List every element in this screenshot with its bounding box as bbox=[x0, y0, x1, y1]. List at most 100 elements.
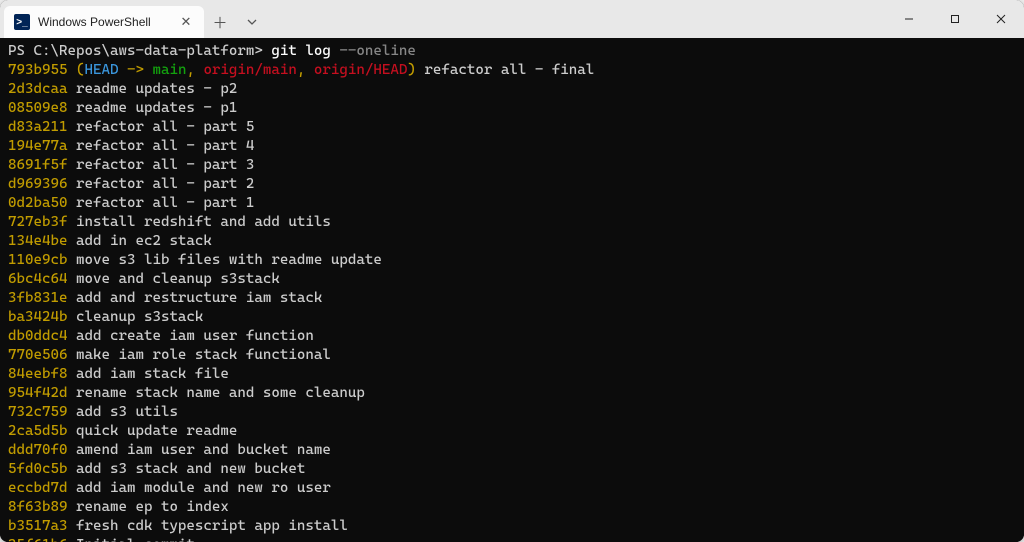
commit-hash: 770e506 bbox=[8, 347, 67, 363]
commit-message: cleanup s3stack bbox=[67, 309, 203, 325]
commit-hash: d83a211 bbox=[8, 119, 67, 135]
commit-message: quick update readme bbox=[67, 423, 237, 439]
tab-strip: >_ Windows PowerShell ✕ ＋ bbox=[0, 0, 886, 38]
terminal-line: eccbd7d add iam module and new ro user bbox=[8, 479, 1016, 498]
commit-message: add iam stack file bbox=[67, 366, 228, 382]
commit-hash: 08509e8 bbox=[8, 100, 67, 116]
command-flag: --oneline bbox=[339, 43, 415, 59]
commit-hash: d969396 bbox=[8, 176, 67, 192]
tab-close-button[interactable]: ✕ bbox=[178, 14, 194, 30]
terminal-line: 2d3dcaa readme updates - p2 bbox=[8, 80, 1016, 99]
commit-hash: 110e9cb bbox=[8, 252, 67, 268]
terminal-line: 732c759 add s3 utils bbox=[8, 403, 1016, 422]
terminal-line: 5fd0c5b add s3 stack and new bucket bbox=[8, 460, 1016, 479]
commit-hash: 84eebf8 bbox=[8, 366, 67, 382]
new-tab-button[interactable]: ＋ bbox=[204, 6, 236, 38]
commit-hash: ba3424b bbox=[8, 309, 67, 325]
terminal-window: >_ Windows PowerShell ✕ ＋ PS C:\Repos\aw… bbox=[0, 0, 1024, 542]
terminal-line: 6bc4c64 move and cleanup s3stack bbox=[8, 270, 1016, 289]
terminal-line: 8f63b89 rename ep to index bbox=[8, 498, 1016, 517]
minimize-button[interactable] bbox=[886, 0, 932, 38]
commit-hash: 727eb3f bbox=[8, 214, 67, 230]
maximize-button[interactable] bbox=[932, 0, 978, 38]
commit-hash: 0d2ba50 bbox=[8, 195, 67, 211]
command-text: git log bbox=[271, 43, 339, 59]
commit-hash: ddd70f0 bbox=[8, 442, 67, 458]
commit-message: refactor all - part 1 bbox=[67, 195, 254, 211]
commit-message: make iam role stack functional bbox=[67, 347, 330, 363]
terminal-line: ddd70f0 amend iam user and bucket name bbox=[8, 441, 1016, 460]
tab-title: Windows PowerShell bbox=[38, 15, 151, 29]
prompt: PS C:\Repos\aws-data-platform> bbox=[8, 43, 271, 59]
commit-hash: 194e77a bbox=[8, 138, 67, 154]
commit-hash: 6bc4c64 bbox=[8, 271, 67, 287]
branch-remote: origin/HEAD bbox=[314, 62, 407, 78]
commit-message: refactor all - part 4 bbox=[67, 138, 254, 154]
commit-hash: 134e4be bbox=[8, 233, 67, 249]
terminal-line: b3517a3 fresh cdk typescript app install bbox=[8, 517, 1016, 536]
commit-message: refactor all - part 5 bbox=[67, 119, 254, 135]
titlebar: >_ Windows PowerShell ✕ ＋ bbox=[0, 0, 1024, 38]
commit-hash: 2d3dcaa bbox=[8, 81, 67, 97]
commit-message: move and cleanup s3stack bbox=[67, 271, 279, 287]
commit-message: refactor all - final bbox=[416, 62, 594, 78]
window-close-button[interactable] bbox=[978, 0, 1024, 38]
commit-message: readme updates - p2 bbox=[67, 81, 237, 97]
terminal-line: 134e4be add in ec2 stack bbox=[8, 232, 1016, 251]
commit-hash: 8691f5f bbox=[8, 157, 67, 173]
commit-message: Initial commit bbox=[67, 537, 194, 542]
terminal-line: 793b955 (HEAD -> main, origin/main, orig… bbox=[8, 61, 1016, 80]
terminal-line: 0d2ba50 refactor all - part 1 bbox=[8, 194, 1016, 213]
commit-message: fresh cdk typescript app install bbox=[67, 518, 347, 534]
terminal-line: PS C:\Repos\aws-data-platform> git log -… bbox=[8, 42, 1016, 61]
commit-message: rename ep to index bbox=[67, 499, 228, 515]
commit-hash: 732c759 bbox=[8, 404, 67, 420]
commit-message: add s3 stack and new bucket bbox=[67, 461, 305, 477]
branch-remote: origin/main bbox=[203, 62, 296, 78]
commit-message: add in ec2 stack bbox=[67, 233, 211, 249]
head-ref: HEAD bbox=[84, 62, 118, 78]
terminal-output[interactable]: PS C:\Repos\aws-data-platform> git log -… bbox=[0, 38, 1024, 542]
powershell-icon: >_ bbox=[14, 14, 30, 30]
commit-hash: 954f42d bbox=[8, 385, 67, 401]
terminal-line: d83a211 refactor all - part 5 bbox=[8, 118, 1016, 137]
commit-message: refactor all - part 2 bbox=[67, 176, 254, 192]
terminal-line: 194e77a refactor all - part 4 bbox=[8, 137, 1016, 156]
terminal-line: 3fb831e add and restructure iam stack bbox=[8, 289, 1016, 308]
terminal-line: 08509e8 readme updates - p1 bbox=[8, 99, 1016, 118]
terminal-line: 727eb3f install redshift and add utils bbox=[8, 213, 1016, 232]
tab-dropdown-button[interactable] bbox=[236, 6, 268, 38]
window-controls bbox=[886, 0, 1024, 38]
terminal-line: ba3424b cleanup s3stack bbox=[8, 308, 1016, 327]
terminal-line: 770e506 make iam role stack functional bbox=[8, 346, 1016, 365]
commit-message: readme updates - p1 bbox=[67, 100, 237, 116]
commit-hash: eccbd7d bbox=[8, 480, 67, 496]
commit-hash: 8f63b89 bbox=[8, 499, 67, 515]
commit-hash: 2ca5d5b bbox=[8, 423, 67, 439]
commit-message: add and restructure iam stack bbox=[67, 290, 322, 306]
terminal-line: 954f42d rename stack name and some clean… bbox=[8, 384, 1016, 403]
commit-hash: db0ddc4 bbox=[8, 328, 67, 344]
commit-hash: 793b955 bbox=[8, 62, 67, 78]
commit-hash: b3517a3 bbox=[8, 518, 67, 534]
terminal-line: 25f61b6 Initial commit bbox=[8, 536, 1016, 542]
terminal-line: db0ddc4 add create iam user function bbox=[8, 327, 1016, 346]
commit-hash: 3fb831e bbox=[8, 290, 67, 306]
commit-message: rename stack name and some cleanup bbox=[67, 385, 364, 401]
commit-message: add iam module and new ro user bbox=[67, 480, 330, 496]
commit-message: move s3 lib files with readme update bbox=[67, 252, 381, 268]
terminal-line: d969396 refactor all - part 2 bbox=[8, 175, 1016, 194]
commit-message: amend iam user and bucket name bbox=[67, 442, 330, 458]
commit-message: install redshift and add utils bbox=[67, 214, 330, 230]
terminal-line: 84eebf8 add iam stack file bbox=[8, 365, 1016, 384]
commit-message: refactor all - part 3 bbox=[67, 157, 254, 173]
terminal-line: 110e9cb move s3 lib files with readme up… bbox=[8, 251, 1016, 270]
terminal-line: 2ca5d5b quick update readme bbox=[8, 422, 1016, 441]
commit-message: add s3 utils bbox=[67, 404, 177, 420]
branch-local: main bbox=[152, 62, 186, 78]
commit-hash: 5fd0c5b bbox=[8, 461, 67, 477]
commit-message: add create iam user function bbox=[67, 328, 313, 344]
commit-hash: 25f61b6 bbox=[8, 537, 67, 542]
terminal-line: 8691f5f refactor all - part 3 bbox=[8, 156, 1016, 175]
tab-powershell[interactable]: >_ Windows PowerShell ✕ bbox=[4, 6, 204, 38]
